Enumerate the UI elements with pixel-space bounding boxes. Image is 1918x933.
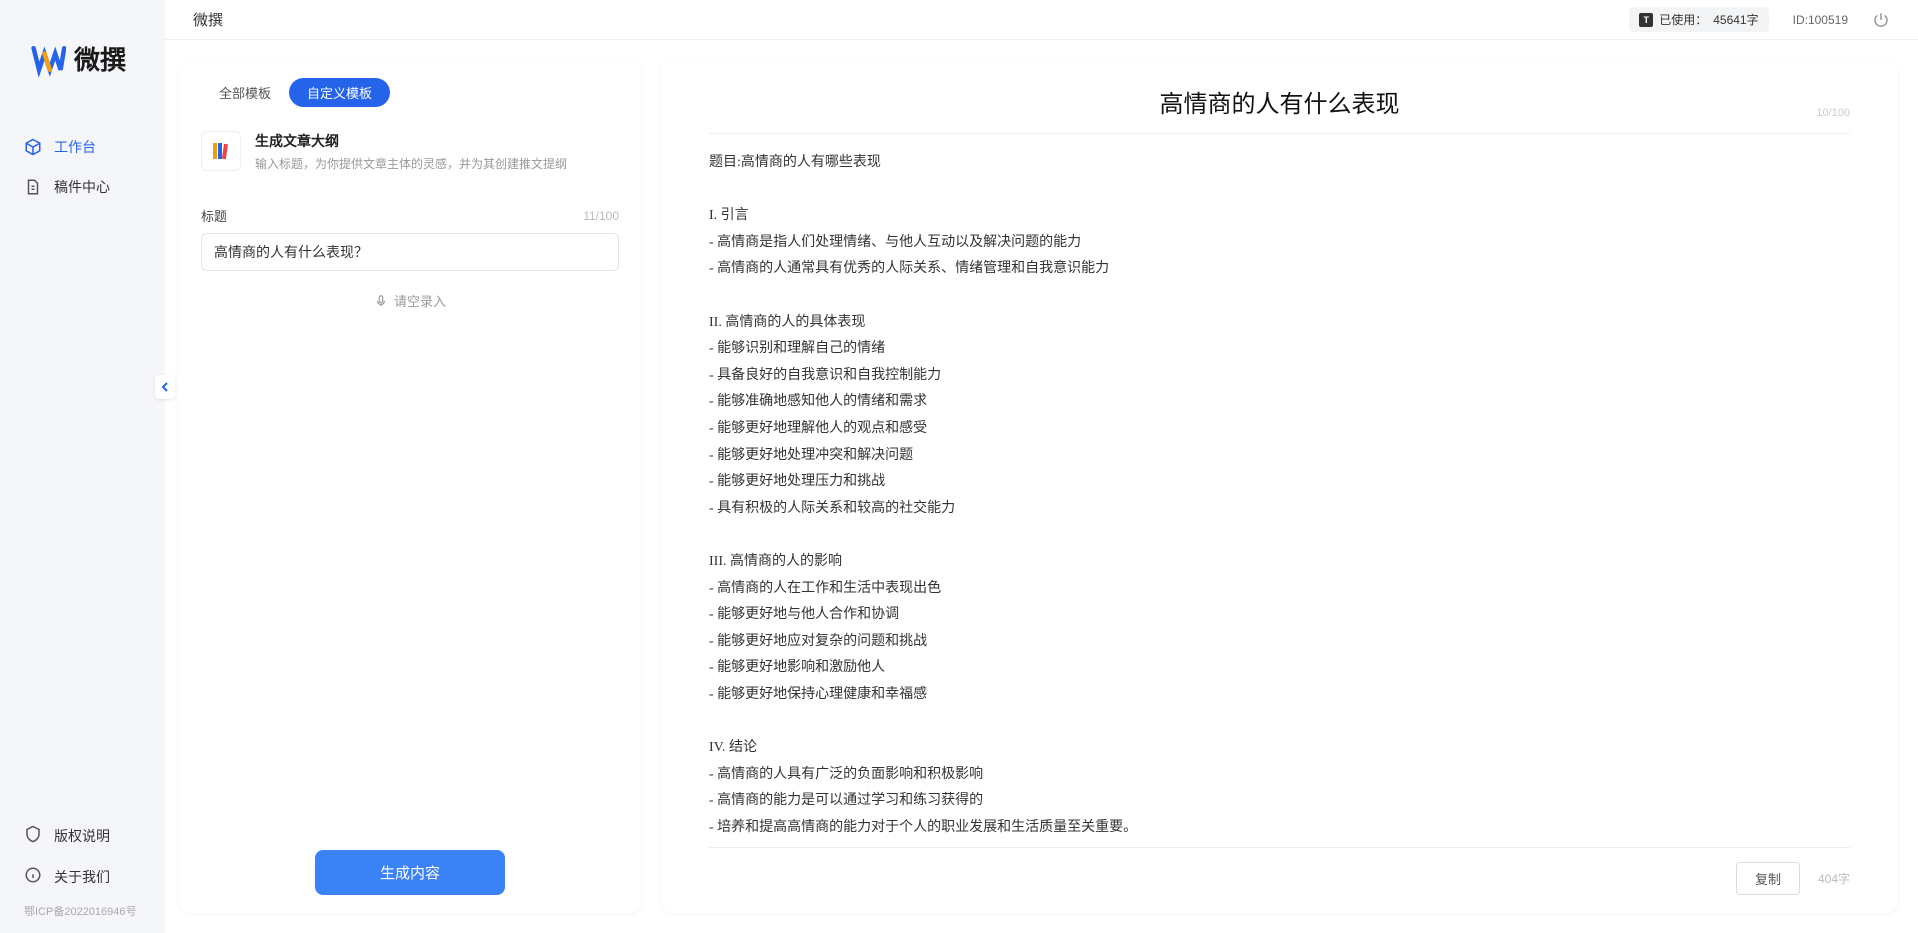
template-card: 生成文章大纲 输入标题，为你提供文章主体的灵感，并为其创建推文提纲 bbox=[201, 125, 619, 190]
sidebar-bottom: 版权说明 关于我们 鄂ICP备2022016946号 bbox=[0, 815, 165, 933]
power-icon[interactable] bbox=[1872, 11, 1890, 29]
input-panel: 全部模板 自定义模板 生成文章大纲 输入标题，为你提供文章主体的灵感，并为其创建… bbox=[179, 60, 641, 913]
usage-badge[interactable]: T 已使用： 45641字 bbox=[1629, 7, 1768, 32]
output-title: 高情商的人有什么表现 bbox=[1160, 84, 1400, 119]
info-icon bbox=[24, 866, 42, 887]
template-books-icon bbox=[201, 131, 241, 171]
text-count-icon: T bbox=[1639, 13, 1653, 27]
nav-item-workspace[interactable]: 工作台 bbox=[0, 127, 165, 167]
footer-copyright[interactable]: 版权说明 bbox=[0, 815, 165, 856]
mic-icon bbox=[374, 294, 388, 308]
footer-label: 版权说明 bbox=[54, 826, 110, 846]
footer-about[interactable]: 关于我们 bbox=[0, 856, 165, 897]
sidebar-collapse-toggle[interactable] bbox=[155, 375, 175, 399]
nav-item-drafts[interactable]: 稿件中心 bbox=[0, 167, 165, 207]
logo-text: 微撰 bbox=[74, 40, 126, 77]
usage-prefix: 已使用： bbox=[1659, 11, 1707, 28]
output-title-count: 10/100 bbox=[1816, 107, 1850, 119]
template-info: 生成文章大纲 输入标题，为你提供文章主体的灵感，并为其创建推文提纲 bbox=[255, 131, 619, 172]
title-char-count: 11/100 bbox=[583, 209, 619, 223]
output-body[interactable]: 题目:高情商的人有哪些表现 I. 引言 - 高情商是指人们处理情绪、与他人互动以… bbox=[709, 150, 1850, 837]
main: 微撰 T 已使用： 45641字 ID:100519 全部模板 自定义模板 bbox=[165, 0, 1918, 933]
usage-value: 45641字 bbox=[1713, 11, 1758, 28]
title-input[interactable] bbox=[201, 233, 619, 271]
tab-custom-templates[interactable]: 自定义模板 bbox=[289, 78, 390, 107]
nav-label: 稿件中心 bbox=[54, 177, 110, 197]
form-section: 标题 11/100 请空录入 生成内容 bbox=[201, 206, 619, 895]
shield-icon bbox=[24, 825, 42, 846]
sidebar-nav: 工作台 稿件中心 bbox=[0, 107, 165, 815]
header: 微撰 T 已使用： 45641字 ID:100519 bbox=[165, 0, 1918, 40]
voice-input-row[interactable]: 请空录入 bbox=[201, 291, 619, 310]
user-id: ID:100519 bbox=[1793, 13, 1848, 27]
sidebar: 微撰 工作台 稿件中心 版权说明 bbox=[0, 0, 165, 933]
app-root: 微撰 工作台 稿件中心 版权说明 bbox=[0, 0, 1918, 933]
document-icon bbox=[24, 178, 42, 196]
logo-icon bbox=[30, 41, 66, 77]
header-right: T 已使用： 45641字 ID:100519 bbox=[1629, 7, 1890, 32]
output-word-count: 404字 bbox=[1818, 870, 1850, 887]
title-label-row: 标题 11/100 bbox=[201, 206, 619, 225]
tab-all-templates[interactable]: 全部模板 bbox=[201, 78, 289, 107]
logo: 微撰 bbox=[0, 24, 165, 107]
output-panel: 高情商的人有什么表现 10/100 题目:高情商的人有哪些表现 I. 引言 - … bbox=[661, 60, 1898, 913]
template-name: 生成文章大纲 bbox=[255, 131, 619, 151]
content: 全部模板 自定义模板 生成文章大纲 输入标题，为你提供文章主体的灵感，并为其创建… bbox=[165, 40, 1918, 933]
output-title-row: 高情商的人有什么表现 10/100 bbox=[709, 84, 1850, 119]
template-tabs: 全部模板 自定义模板 bbox=[201, 78, 619, 107]
output-divider bbox=[709, 133, 1850, 134]
nav-label: 工作台 bbox=[54, 137, 96, 157]
template-desc: 输入标题，为你提供文章主体的灵感，并为其创建推文提纲 bbox=[255, 155, 619, 172]
copy-button[interactable]: 复制 bbox=[1736, 862, 1800, 895]
cube-icon bbox=[24, 138, 42, 156]
output-footer: 复制 404字 bbox=[709, 847, 1850, 895]
footer-label: 关于我们 bbox=[54, 867, 110, 887]
generate-button[interactable]: 生成内容 bbox=[315, 850, 505, 895]
icp-text: 鄂ICP备2022016946号 bbox=[0, 897, 165, 925]
title-label: 标题 bbox=[201, 206, 227, 225]
chevron-left-icon bbox=[160, 381, 170, 393]
header-title: 微撰 bbox=[193, 9, 223, 30]
voice-label: 请空录入 bbox=[394, 291, 446, 310]
